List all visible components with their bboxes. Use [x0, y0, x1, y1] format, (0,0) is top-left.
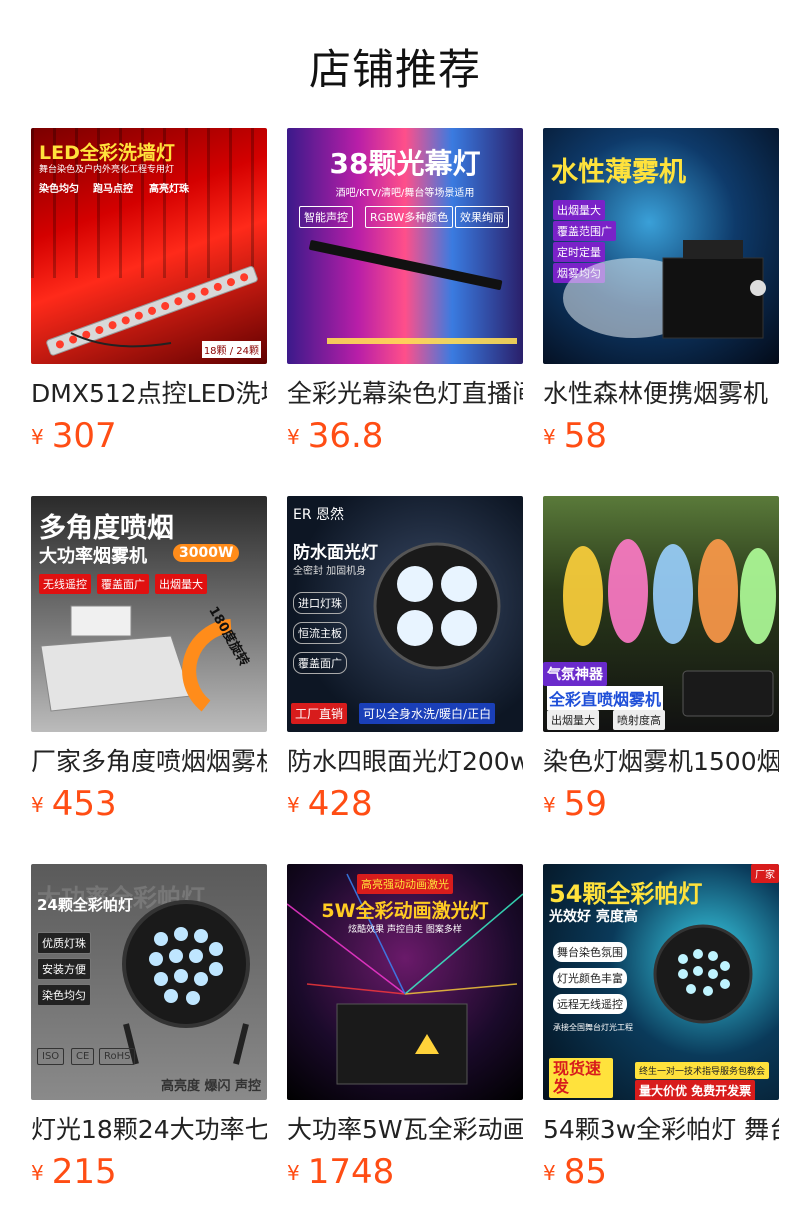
price-value: 307 [51, 416, 117, 456]
price-value: 453 [51, 784, 117, 824]
image-footer-tag: 终生一对一技术指导服务包教会 [635, 1062, 770, 1079]
price-value: 1748 [307, 1152, 395, 1192]
image-corner-label: 18颗 / 24颗 [201, 341, 261, 358]
product-price: ¥85 [543, 1152, 779, 1193]
product-name[interactable]: 染色灯烟雾机1500烟机 [543, 746, 779, 778]
image-footer-tag: 工厂直销 [291, 703, 348, 724]
product-name[interactable]: 厂家多角度喷烟烟雾机 [31, 746, 267, 778]
product-card[interactable]: 大功率全彩帕灯 24颗全彩帕灯 优质灯珠 安装方便 染色均匀 ISO CE Ro… [31, 864, 267, 1193]
product-name[interactable]: 全彩光幕染色灯直播间 [287, 378, 523, 410]
product-card[interactable]: 54颗全彩帕灯 厂家 光效好 亮度高 舞台染色氛围 灯光颜色丰富 远程无线遥控 … [543, 864, 779, 1193]
price-value: 36.8 [307, 416, 384, 456]
product-name[interactable]: 水性森林便携烟雾机 [543, 378, 779, 410]
product-card[interactable]: 高亮强动动画激光 5W全彩动画激光灯 炫酷效果 声控自走 图案多样 大功率5W瓦… [287, 864, 523, 1193]
product-price: ¥307 [31, 416, 267, 457]
certification-badge: RoHS [99, 1048, 136, 1065]
product-card[interactable]: 气氛神器 全彩直喷烟雾机 出烟量大 喷射度高 染色灯烟雾机1500烟机 ¥59 [543, 496, 779, 825]
product-price: ¥36.8 [287, 416, 523, 457]
price-value: 215 [51, 1152, 117, 1192]
image-headline: 全彩直喷烟雾机 [547, 686, 664, 710]
light-curtain-bar-icon [309, 240, 517, 344]
product-image[interactable]: 气氛神器 全彩直喷烟雾机 出烟量大 喷射度高 [543, 496, 779, 732]
currency-symbol: ¥ [31, 425, 44, 449]
product-card[interactable]: 38颗光幕灯 酒吧/KTV/清吧/舞台等场景适用 智能声控 RGBW多种颜色 效… [287, 128, 523, 457]
currency-symbol: ¥ [31, 793, 44, 817]
product-image[interactable]: 大功率全彩帕灯 24颗全彩帕灯 优质灯珠 安装方便 染色均匀 ISO CE Ro… [31, 864, 267, 1100]
image-headline: 5W全彩动画激光灯 [321, 900, 489, 922]
image-footer-tag: 量大价优 免费开发票 [635, 1080, 756, 1100]
image-badge: 气氛神器 [543, 662, 607, 686]
product-name[interactable]: 54颗3w全彩帕灯 舞台灯 [543, 1114, 779, 1146]
image-badge: 现货速发 [549, 1058, 613, 1098]
product-card[interactable]: ER 恩然 防水面光灯 全密封 加固机身 进口灯珠 恒流主板 覆盖面广 工厂直销… [287, 496, 523, 825]
currency-symbol: ¥ [31, 1161, 44, 1185]
product-image[interactable]: ER 恩然 防水面光灯 全密封 加固机身 进口灯珠 恒流主板 覆盖面广 工厂直销… [287, 496, 523, 732]
fog-machine-icon [40, 605, 232, 712]
currency-symbol: ¥ [543, 1161, 556, 1185]
product-price: ¥1748 [287, 1152, 523, 1193]
certification-badge: ISO [37, 1048, 65, 1065]
currency-symbol: ¥ [543, 425, 556, 449]
product-price: ¥58 [543, 416, 779, 457]
product-image[interactable]: 54颗全彩帕灯 厂家 光效好 亮度高 舞台染色氛围 灯光颜色丰富 远程无线遥控 … [543, 864, 779, 1100]
product-card[interactable]: 多角度喷烟 大功率烟雾机 3000W 无线遥控 覆盖面广 出烟量大 180度旋转… [31, 496, 267, 825]
currency-symbol: ¥ [287, 1161, 300, 1185]
image-tag: 喷射度高 [613, 710, 665, 730]
price-value: 85 [563, 1152, 607, 1192]
product-name[interactable]: 灯光18颗24大功率七彩 [31, 1114, 267, 1146]
product-image[interactable]: 38颗光幕灯 酒吧/KTV/清吧/舞台等场景适用 智能声控 RGBW多种颜色 效… [287, 128, 523, 364]
image-subtitle: 炫酷效果 声控自走 图案多样 [348, 925, 462, 935]
section-title: 店铺推荐 [308, 45, 481, 94]
product-price: ¥428 [287, 784, 523, 825]
product-price: ¥215 [31, 1152, 267, 1193]
fog-machine-icon [563, 240, 766, 339]
currency-symbol: ¥ [543, 793, 556, 817]
product-image[interactable]: 多角度喷烟 大功率烟雾机 3000W 无线遥控 覆盖面广 出烟量大 180度旋转 [31, 496, 267, 732]
product-price: ¥59 [543, 784, 779, 825]
image-footer-text: 高亮度 爆闪 声控 [160, 1079, 261, 1094]
certification-badge: CE [71, 1048, 95, 1065]
price-value: 59 [563, 784, 607, 824]
wall-washer-light-icon [46, 266, 258, 356]
product-price: ¥453 [31, 784, 267, 825]
par-light-icon [373, 542, 501, 670]
product-name[interactable]: 大功率5W瓦全彩动画激光 [287, 1114, 523, 1146]
product-card[interactable]: LED全彩洗墙灯 舞台染色及户内外亮化工程专用灯 染色均匀 跑马点控 高亮灯珠 … [31, 128, 267, 457]
image-footer-tag: 可以全身水洗/暖白/正白 [359, 703, 496, 724]
product-name[interactable]: DMX512点控LED洗墙灯 [31, 378, 267, 410]
product-card[interactable]: 水性薄雾机 出烟量大 覆盖范围广 定时定量 烟雾均匀 水性森林便携烟雾机 ¥58 [543, 128, 779, 457]
product-image[interactable]: 水性薄雾机 出烟量大 覆盖范围广 定时定量 烟雾均匀 [543, 128, 779, 364]
currency-symbol: ¥ [287, 425, 300, 449]
product-image[interactable]: 高亮强动动画激光 5W全彩动画激光灯 炫酷效果 声控自走 图案多样 [287, 864, 523, 1100]
price-value: 58 [563, 416, 607, 456]
product-name[interactable]: 防水四眼面光灯200w [287, 746, 523, 778]
image-tag: 出烟量大 [547, 710, 599, 730]
product-image[interactable]: LED全彩洗墙灯 舞台染色及户内外亮化工程专用灯 染色均匀 跑马点控 高亮灯珠 … [31, 128, 267, 364]
price-value: 428 [307, 784, 373, 824]
image-top-label: 高亮强动动画激光 [357, 874, 453, 894]
par-light-icon [122, 900, 250, 1065]
currency-symbol: ¥ [287, 793, 300, 817]
